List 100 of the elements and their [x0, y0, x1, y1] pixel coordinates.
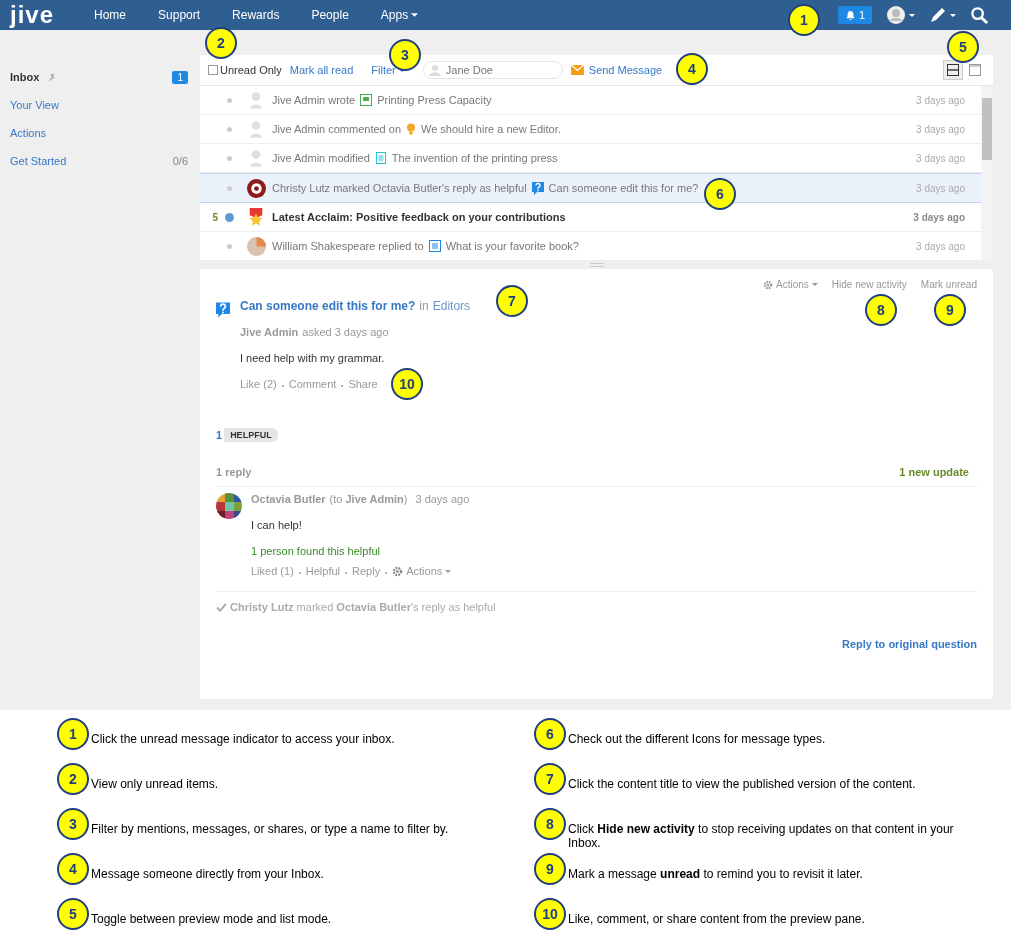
action-link[interactable]: Comment	[288, 378, 337, 390]
content-title[interactable]: The invention of the printing press	[391, 152, 558, 164]
sidebar-item[interactable]: Your View	[10, 99, 59, 111]
content-title-link[interactable]: Can someone edit this for me?	[240, 299, 416, 313]
timestamp: 3 days ago	[916, 94, 965, 106]
content-title[interactable]: Printing Press Capacity	[377, 94, 492, 106]
callout-number: 4	[57, 853, 89, 885]
mark-all-read-link[interactable]: Mark all read	[289, 64, 354, 76]
callout-number: 2	[57, 763, 89, 795]
reply-to-original-link[interactable]: Reply to original question	[841, 638, 977, 650]
nav-link[interactable]: Support	[158, 8, 201, 22]
question-icon	[531, 181, 544, 195]
new-update-link[interactable]: 1 new update	[899, 466, 969, 478]
nav-link[interactable]: Apps	[380, 8, 419, 22]
question-icon	[216, 302, 230, 318]
avatar-icon	[246, 236, 266, 256]
content-title[interactable]: We should hire a new Editor.	[421, 123, 561, 135]
checkbox[interactable]	[208, 65, 218, 75]
action-link[interactable]: Like (2)	[240, 378, 277, 390]
message-text: William Shakespeare replied to	[272, 240, 424, 252]
callout-number: 10	[534, 898, 566, 930]
caret-icon	[811, 283, 818, 286]
callout-number: 3	[57, 808, 89, 840]
bell-icon	[844, 9, 856, 21]
person-silhouette-icon	[249, 149, 263, 167]
nav-link[interactable]: Home	[94, 8, 127, 22]
recipient-text: (to Jive Admin)	[329, 493, 408, 505]
message-text: Jive Admin modified	[272, 152, 370, 164]
sidebar-item[interactable]: Inbox	[10, 71, 40, 83]
gear-icon	[392, 565, 404, 577]
callout-number: 8	[534, 808, 566, 840]
content-title[interactable]: What is your favorite book?	[445, 240, 579, 252]
notification-button[interactable]: 1	[837, 6, 872, 24]
annotation-text: Click Hide new activity to stop receiving updates on that content in your Inbox.	[568, 822, 955, 850]
search-icon[interactable]	[970, 5, 989, 25]
in-label: in	[419, 299, 429, 313]
document-icon	[428, 240, 441, 252]
pin-icon[interactable]	[47, 72, 57, 82]
nav-link[interactable]: Rewards	[232, 8, 280, 22]
message-text: Latest Acclaim: Positive feedback on your contributions	[272, 211, 566, 223]
split-view-toggle[interactable]	[943, 60, 963, 80]
message-text: Jive Admin wrote	[272, 94, 356, 106]
action-link[interactable]: Liked (1)	[251, 565, 294, 577]
read-status-dot[interactable]	[226, 97, 232, 103]
message-row[interactable]: Jive Admin wrote Printing Press Capacity 3 days ago	[200, 86, 981, 115]
read-status-dot[interactable]	[226, 155, 232, 161]
timestamp: 3 days ago	[916, 240, 965, 252]
annotation-text: Toggle between preview mode and list mode.	[91, 912, 333, 926]
read-status-dot[interactable]	[224, 212, 234, 222]
timestamp: 3 days ago	[916, 123, 965, 135]
gear-icon	[763, 279, 774, 290]
user-avatar-icon[interactable]	[886, 5, 916, 25]
action-link[interactable]: Helpful	[305, 565, 341, 577]
helpful-tag: HELPFUL	[224, 428, 278, 442]
caret-icon	[411, 13, 419, 17]
person-icon	[428, 64, 441, 76]
annotation-text: Check out the different Icons for message types.	[568, 732, 827, 746]
scrollbar[interactable]	[981, 86, 993, 261]
content-title[interactable]: Can someone edit this for me?	[548, 182, 699, 194]
nav-link[interactable]: People	[311, 8, 349, 22]
read-status-dot[interactable]	[226, 126, 232, 132]
avatar-icon	[216, 493, 242, 519]
message-count: 5	[212, 211, 218, 223]
author-link[interactable]: Jive Admin	[240, 326, 299, 338]
award-ribbon-icon	[247, 208, 265, 226]
annotation-text: Mark a message unread to remind you to revisit it later.	[568, 867, 864, 881]
callout-number: 1	[57, 718, 89, 750]
action-link[interactable]: Reply	[352, 565, 381, 577]
search-field[interactable]: Jane Doe	[422, 61, 563, 79]
send-message-link[interactable]: Send Message	[570, 64, 663, 76]
timestamp: 3 days ago	[916, 182, 965, 194]
read-status-dot[interactable]	[226, 185, 232, 191]
actions-menu[interactable]: Actions	[392, 565, 452, 577]
avatar-icon	[246, 178, 266, 198]
action-link[interactable]: Share	[348, 378, 378, 390]
lightbulb-icon	[406, 123, 416, 135]
callout-number: 7	[534, 763, 566, 795]
logo[interactable]: jive	[10, 3, 55, 27]
resize-handle[interactable]	[589, 263, 604, 267]
timestamp: 3 days ago	[913, 211, 965, 223]
progress-count: 0/6	[172, 155, 188, 167]
message-row[interactable]: Jive Admin commented on We should hire a new Editor. 3 days ago	[200, 115, 981, 144]
pencil-icon[interactable]	[928, 5, 958, 25]
envelope-icon	[570, 65, 584, 75]
mark-unread-link[interactable]: Mark unread	[920, 279, 977, 290]
place-link[interactable]: Editors	[432, 299, 471, 313]
document-icon	[360, 94, 373, 106]
question-body: I need help with my grammar.	[240, 352, 386, 364]
reply-body: I can help!	[251, 519, 303, 531]
helpful-note: 1 person found this helpful	[251, 545, 382, 557]
person-silhouette-icon	[249, 120, 263, 138]
read-status-dot[interactable]	[226, 243, 232, 249]
activity-text: Christy Lutz marked Octavia Butler's reply as helpful	[230, 601, 496, 613]
checkbox-label[interactable]: Unread Only	[220, 64, 282, 76]
sidebar-item[interactable]: Get Started	[10, 155, 67, 167]
hide-new-activity-link[interactable]: Hide new activity	[831, 279, 907, 290]
callout-number: 6	[534, 718, 566, 750]
actions-menu[interactable]: Actions	[763, 279, 818, 290]
author-link[interactable]: Octavia Butler	[251, 493, 326, 505]
sidebar-item[interactable]: Actions	[10, 127, 47, 139]
